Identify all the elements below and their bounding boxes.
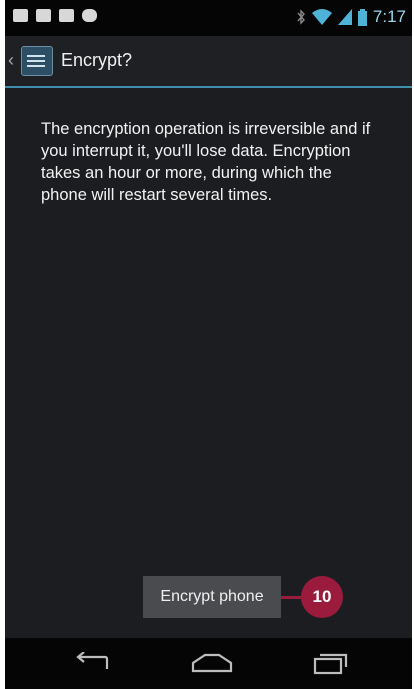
mail-icon xyxy=(13,9,28,22)
game-controller-icon xyxy=(82,9,97,22)
wifi-icon xyxy=(311,9,332,25)
chat-icon xyxy=(36,9,51,22)
clock: 7:17 xyxy=(372,7,406,26)
encrypt-phone-button[interactable]: Encrypt phone xyxy=(143,576,281,618)
bluetooth-icon xyxy=(297,9,305,25)
battery-icon xyxy=(357,8,367,26)
navigation-bar xyxy=(5,638,412,689)
notification-icons xyxy=(13,9,97,22)
video-icon xyxy=(59,9,74,22)
system-icons: 7:17 xyxy=(296,7,406,27)
recent-apps-icon[interactable] xyxy=(305,648,355,678)
settings-icon[interactable] xyxy=(21,46,53,76)
action-bar: ‹ Encrypt? xyxy=(5,36,412,88)
phone-screen: 7:17 ‹ Encrypt? The encryption operation… xyxy=(5,0,412,689)
status-bar: 7:17 xyxy=(5,0,412,36)
signal-icon xyxy=(337,9,352,25)
home-icon[interactable] xyxy=(187,648,237,678)
encrypt-dialog-content: The encryption operation is irreversible… xyxy=(5,88,412,638)
step-callout-badge: 10 xyxy=(301,576,343,618)
back-icon[interactable] xyxy=(67,648,117,678)
chevron-left-icon[interactable]: ‹ xyxy=(8,50,14,71)
encryption-warning-text: The encryption operation is irreversible… xyxy=(41,120,371,204)
page-title: Encrypt? xyxy=(61,50,133,70)
callout-connector xyxy=(281,596,303,599)
